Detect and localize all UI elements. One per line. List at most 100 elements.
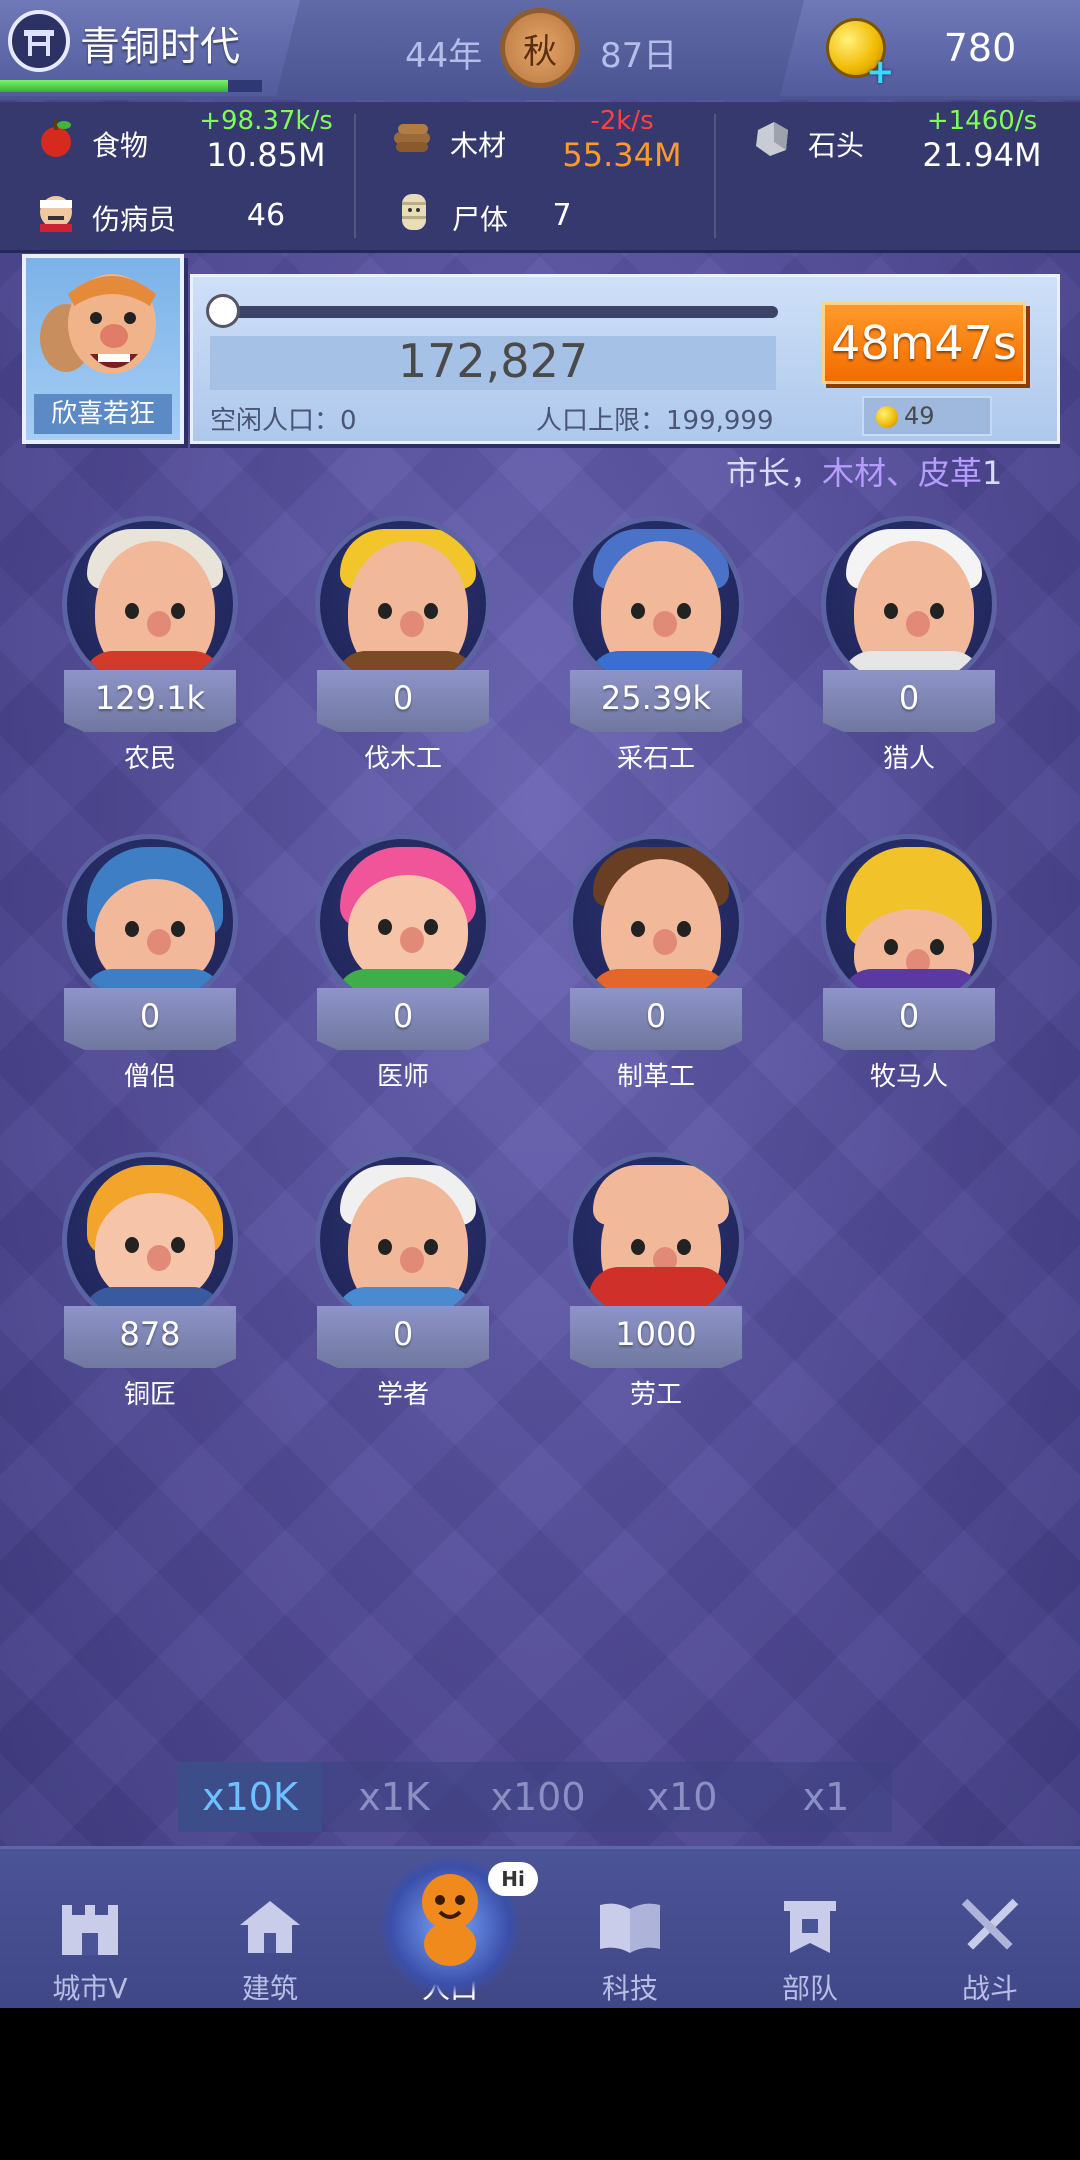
nav-tech[interactable]: 科技 [540,1849,720,2008]
worker-count: 129.1k [64,670,236,732]
population-limit: 人口上限：199,999 [536,406,774,436]
resource-bar: 食物 +98.37k/s 10.85M 木材 -2k/s 55.34M 石头 +… [0,102,1080,253]
worker-name: 伐木工 [363,744,442,774]
horseman-avatar [821,834,997,1010]
resource-name: 木材 [450,129,507,162]
resource-value: 10.85M [206,136,326,174]
nav-troops[interactable]: 部队 [720,1849,900,2008]
worker-name: 猎人 [882,744,935,774]
worker-name: 医师 [376,1062,429,1092]
day-label: 87日 [600,36,678,76]
scholar-avatar [315,1152,491,1328]
worker-scholar[interactable]: 0 学者 [293,1122,513,1422]
nav-label: 战斗 [961,1972,1018,2005]
era-icon[interactable] [8,10,70,72]
system-nav-area [0,2008,1080,2160]
hunter-avatar [821,516,997,692]
speedup-cost-value: 49 [904,402,935,430]
coin-count: 780 [943,26,1017,70]
multiplier-selector: x10K x1K x100 x10 x1 [178,1762,892,1832]
worker-quarryman[interactable]: 25.39k 采石工 [546,486,766,786]
add-coin-icon[interactable]: + [866,52,895,92]
worker-name: 农民 [123,744,176,774]
worker-hunter[interactable]: 0 猎人 [799,486,1019,786]
quarryman-avatar [568,516,744,692]
worker-name: 采石工 [616,744,695,774]
resource-wood[interactable]: 木材 -2k/s 55.34M [356,102,714,176]
nav-label: 城市V [52,1972,128,2005]
resource-corpse[interactable]: 尸体 7 [356,176,714,250]
worker-lumberjack[interactable]: 0 伐木工 [293,486,513,786]
apple-icon [41,120,71,157]
resource-name: 尸体 [452,203,509,236]
resource-name: 伤病员 [92,203,177,236]
worker-count: 25.39k [570,670,742,732]
wounded-icon [40,196,72,232]
worker-coppersmith[interactable]: 878 铜匠 [40,1122,260,1422]
nav-label: 部队 [781,1972,838,2005]
castle-icon [62,1905,118,1955]
nav-city[interactable]: 城市V [0,1849,180,2008]
year-label: 44年 [405,36,483,76]
worker-name: 牧马人 [869,1062,948,1092]
stone-icon [756,122,788,156]
person-icon[interactable] [410,1870,490,1968]
multiplier-x100[interactable]: x100 [466,1762,610,1832]
swords-icon [961,1898,1019,1950]
multiplier-x1[interactable]: x1 [754,1762,898,1832]
tanner-avatar [568,834,744,1010]
doctor-avatar [315,834,491,1010]
mood-label: 欣喜若狂 [34,394,172,434]
wood-log-icon [394,124,430,152]
era-progress-fill [0,80,228,92]
nav-label: 科技 [601,1972,658,2005]
book-icon [600,1903,660,1953]
resource-value: 46 [246,198,286,233]
worker-name: 铜匠 [123,1380,176,1410]
house-icon [240,1901,300,1953]
resource-stone[interactable]: 石头 +1460/s 21.94M [716,102,1080,176]
worker-farmer[interactable]: 129.1k 农民 [40,486,260,786]
worker-count: 0 [823,988,995,1050]
mummy-icon [402,194,426,230]
worker-tanner[interactable]: 0 制革工 [546,804,766,1104]
population-growth-bar [222,306,778,318]
worker-monk[interactable]: 0 僧侣 [40,804,260,1104]
worker-laborer[interactable]: 1000 劳工 [546,1122,766,1422]
worker-horseman[interactable]: 0 牧马人 [799,804,1019,1104]
worker-count: 0 [64,988,236,1050]
laborer-avatar [568,1152,744,1328]
worker-count: 0 [570,988,742,1050]
population-total: 172,827 [397,334,589,388]
nav-battle[interactable]: 战斗 [900,1849,1080,2008]
resource-name: 食物 [92,129,149,162]
multiplier-x10k[interactable]: x10K [178,1762,322,1832]
worker-name: 僧侣 [123,1062,176,1092]
bottom-nav: 城市V 建筑 人口 科技 部队 战斗 [0,1846,1080,2008]
hi-badge: Hi [488,1862,538,1896]
mayor-avatar [40,274,156,374]
worker-name: 制革工 [616,1062,695,1092]
multiplier-x10[interactable]: x10 [610,1762,754,1832]
worker-name: 劳工 [629,1380,682,1410]
worker-count: 0 [823,670,995,732]
resource-rate: +98.37k/s [199,106,333,136]
clock-icon [206,294,240,328]
resource-rate: -2k/s [590,106,654,136]
resource-wounded[interactable]: 伤病员 46 [0,176,354,250]
multiplier-x1k[interactable]: x1K [322,1762,466,1832]
farmer-avatar [62,516,238,692]
season-badge: 秋 [500,8,580,88]
worker-name: 学者 [376,1380,429,1410]
resource-rate: +1460/s [926,106,1038,136]
coppersmith-avatar [62,1152,238,1328]
era-name: 青铜时代 [80,24,240,70]
worker-count: 0 [317,1306,489,1368]
resource-food[interactable]: 食物 +98.37k/s 10.85M [0,102,354,176]
resource-value: 7 [552,198,572,233]
worker-doctor[interactable]: 0 医师 [293,804,513,1104]
speedup-timer-button[interactable]: 48m47s [822,302,1026,384]
nav-buildings[interactable]: 建筑 [180,1849,360,2008]
mayor-portrait[interactable]: 欣喜若狂 [22,254,184,444]
banner-icon [784,1901,836,1953]
